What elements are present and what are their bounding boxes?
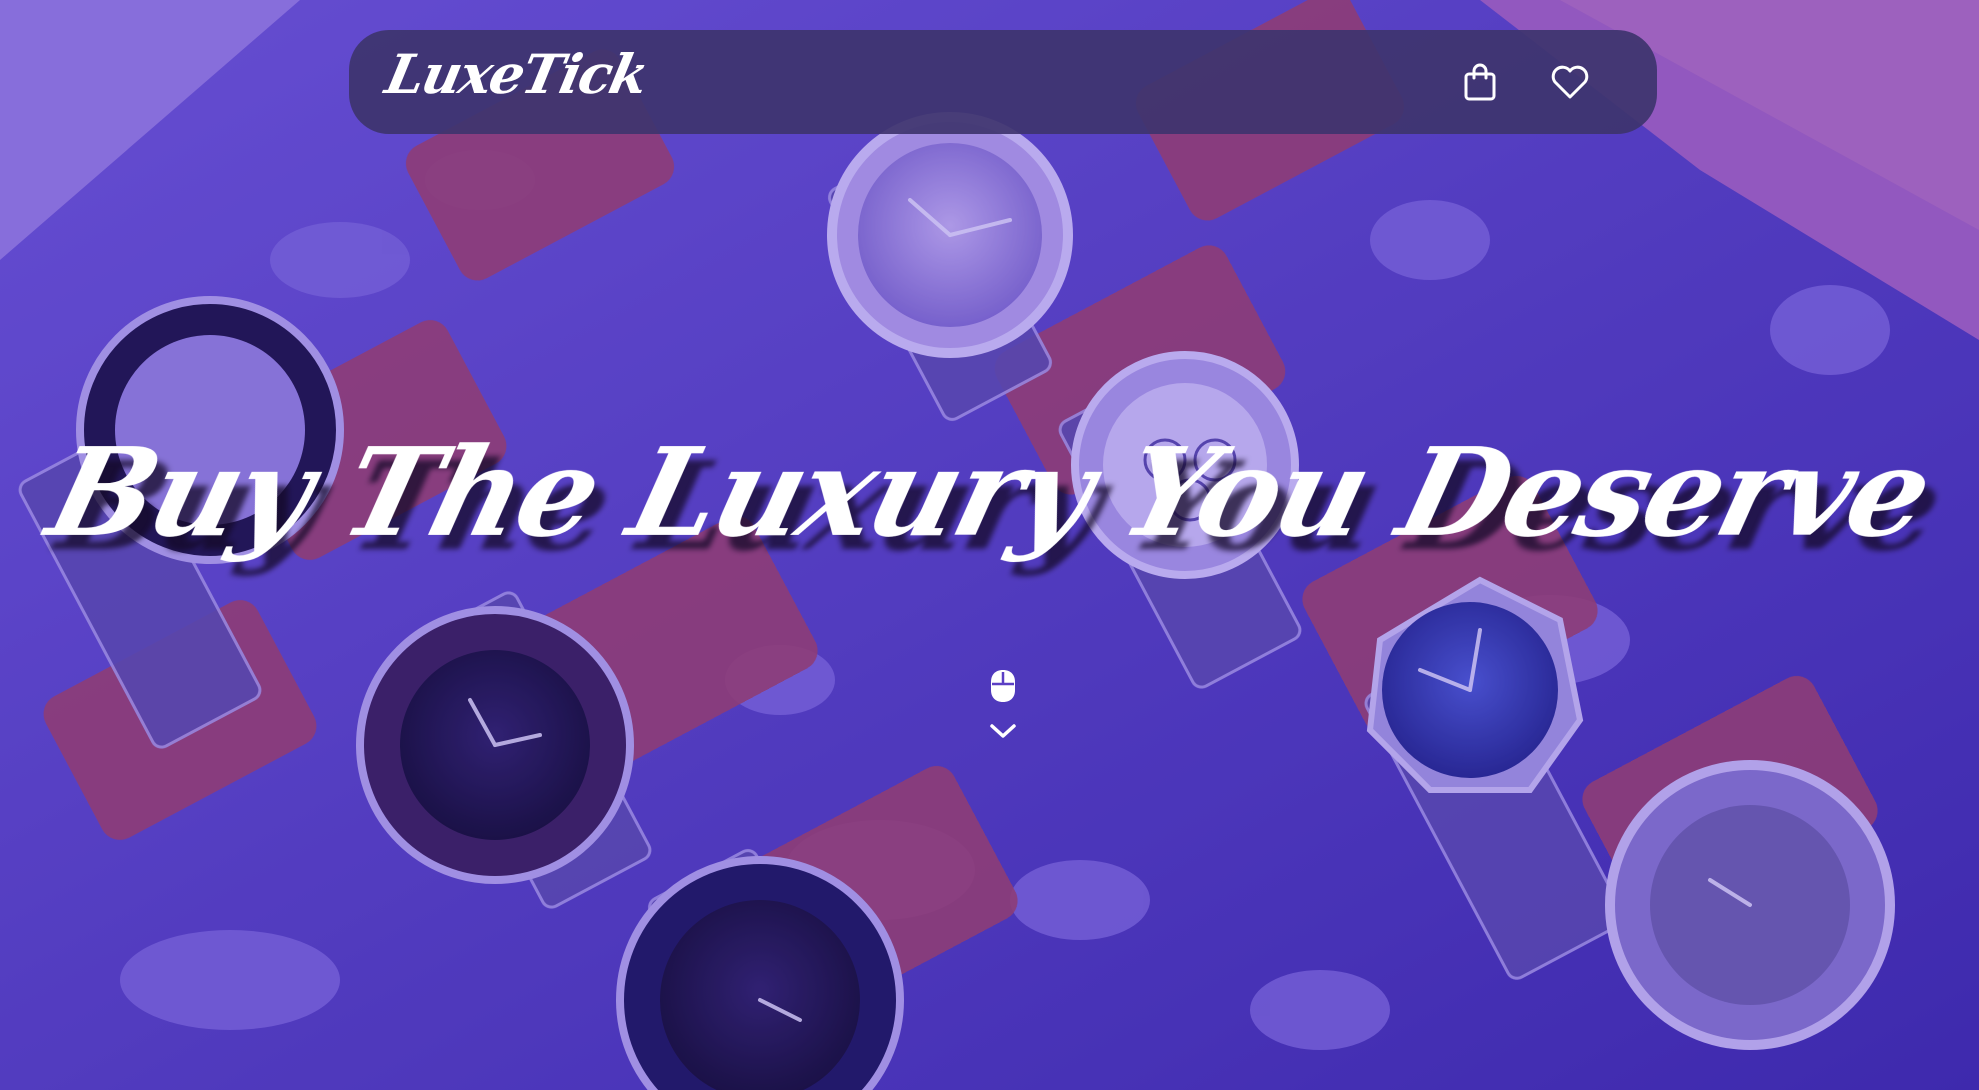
shopping-bag-icon[interactable] [1458, 60, 1502, 104]
navbar: LuxeTick [349, 30, 1657, 134]
hero-headline: Buy The Luxury You Deserve [35, 419, 1944, 564]
chevron-down-icon [990, 724, 1016, 738]
hero-section: LuxeTick Buy The Luxury You Deserve [0, 0, 1979, 1090]
scroll-down-indicator[interactable] [986, 666, 1020, 746]
brand-logo[interactable]: LuxeTick [380, 42, 652, 106]
heart-icon[interactable] [1548, 60, 1592, 104]
mouse-icon [991, 670, 1015, 702]
